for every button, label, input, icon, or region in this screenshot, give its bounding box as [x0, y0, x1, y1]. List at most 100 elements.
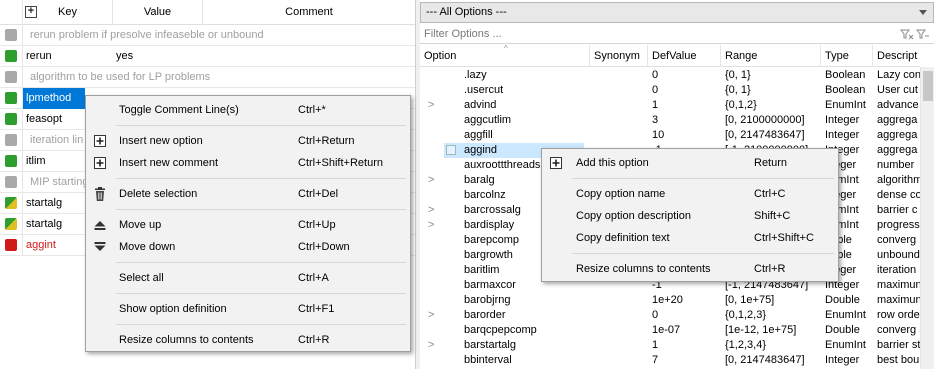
menu-item-label: Move down: [119, 241, 176, 253]
definition-row[interactable]: > barstartalg 1 {1,2,3,4} EnumInt barrier st: [420, 338, 920, 353]
definition-row[interactable]: aggcutlim 3 [0, 2100000000] Integer aggrega: [420, 113, 920, 128]
option-range: [0, 2147483647]: [725, 354, 805, 366]
menu-separator: [572, 253, 834, 254]
menu-item-shortcut: Ctrl+*: [298, 104, 326, 116]
option-type: Integer: [825, 114, 860, 126]
option-default: 7: [652, 354, 659, 366]
comment-text[interactable]: MIP starting: [30, 172, 89, 193]
comment-row[interactable]: algorithm to be used for LP problems: [0, 67, 415, 88]
editor-menu-item-resize-columns-to-contents[interactable]: Resize columns to contents Ctrl+R: [86, 329, 410, 351]
comment-text[interactable]: iteration lin: [30, 130, 83, 151]
definition-table-header: Option ^ Synonym DefValue Range Type Desc…: [420, 45, 920, 67]
combo-arrow-icon: [919, 10, 927, 15]
editor-menu-item-select-all[interactable]: Select all Ctrl+A: [86, 267, 410, 289]
option-row[interactable]: rerun yes: [0, 46, 415, 67]
option-description: aggrega: [877, 129, 918, 141]
header-description[interactable]: Descript: [873, 45, 920, 67]
header-option[interactable]: Option ^: [420, 45, 590, 67]
expand-chevron-icon[interactable]: >: [428, 218, 434, 233]
cell-divider: [22, 151, 23, 172]
filter-options-input[interactable]: [424, 28, 864, 40]
expand-chevron-icon[interactable]: >: [428, 308, 434, 323]
plus-square-icon: [92, 155, 108, 171]
definition-row[interactable]: aggfill 10 [0, 2147483647] Integer aggrega: [420, 128, 920, 143]
expand-chevron-icon[interactable]: >: [428, 338, 434, 353]
definition-row[interactable]: barqcpepcomp 1e-07 [1e-12, 1e+75] Double con…: [420, 323, 920, 338]
option-key[interactable]: startalg: [26, 193, 62, 214]
definition-row[interactable]: > advind 1 {0,1,2} EnumInt advance: [420, 98, 920, 113]
header-type[interactable]: Type: [821, 45, 873, 67]
header-defvalue[interactable]: DefValue: [648, 45, 721, 67]
header-range-label: Range: [725, 50, 758, 62]
definition-menu-item-add-this-option[interactable]: Add this option Return: [542, 152, 838, 174]
option-group-combo[interactable]: --- All Options ---: [420, 2, 934, 23]
menu-separator: [116, 262, 406, 263]
cell-divider: [22, 130, 23, 151]
status-indicator-icon: [5, 71, 17, 83]
definition-row[interactable]: > barorder 0 {0,1,2,3} EnumInt row orde: [420, 308, 920, 323]
header-range[interactable]: Range: [721, 45, 821, 67]
comment-text[interactable]: algorithm to be used for LP problems: [30, 67, 210, 88]
menu-item-label: Insert new option: [119, 135, 203, 147]
header-value[interactable]: Value: [113, 0, 203, 25]
expand-chevron-icon[interactable]: >: [428, 98, 434, 113]
option-type: Boolean: [825, 69, 866, 81]
header-synonym[interactable]: Synonym: [590, 45, 648, 67]
expand-chevron-icon[interactable]: >: [428, 173, 434, 188]
option-key[interactable]: itlim: [26, 151, 46, 172]
menu-item-shortcut: Ctrl+R: [298, 334, 330, 346]
menu-item-shortcut: Ctrl+C: [754, 188, 786, 200]
clear-filter-icon[interactable]: [900, 28, 914, 40]
reset-filter-icon[interactable]: [916, 28, 930, 40]
menu-item-label: Show option definition: [119, 303, 227, 315]
option-name: barobjrng: [464, 294, 511, 306]
option-key[interactable]: startalg: [26, 214, 62, 235]
trash-icon: [92, 186, 108, 202]
option-value[interactable]: yes: [116, 46, 133, 67]
editor-menu-item-delete-selection[interactable]: Delete selection Ctrl+Del: [86, 183, 410, 205]
editor-menu-item-show-option-definition[interactable]: Show option definition Ctrl+F1: [86, 298, 410, 320]
header-key[interactable]: Key: [23, 0, 113, 25]
menu-item-shortcut: Ctrl+Up: [298, 219, 336, 231]
option-description: algorithm: [877, 174, 920, 186]
option-default: 0: [652, 309, 659, 321]
option-default: 1e+20: [652, 294, 683, 306]
menu-item-label: Resize columns to contents: [576, 263, 711, 275]
editor-menu-item-move-up[interactable]: Move up Ctrl+Up: [86, 214, 410, 236]
editor-menu-item-insert-new-option[interactable]: Insert new option Ctrl+Return: [86, 130, 410, 152]
definition-row[interactable]: barobjrng 1e+20 [0, 1e+75] Double maximun: [420, 293, 920, 308]
editor-menu-item-insert-new-comment[interactable]: Insert new comment Ctrl+Shift+Return: [86, 152, 410, 174]
header-comment[interactable]: Comment: [203, 0, 415, 25]
table-header: + Key Value Comment: [0, 0, 415, 25]
option-key[interactable]: aggint: [26, 235, 56, 256]
vertical-scrollbar[interactable]: [920, 67, 934, 369]
status-indicator-icon: [5, 113, 17, 125]
definition-row[interactable]: .lazy 0 {0, 1} Boolean Lazy con: [420, 68, 920, 83]
option-type: Integer: [825, 354, 860, 366]
header-key-label: Key: [58, 6, 77, 18]
option-key[interactable]: feasopt: [26, 109, 62, 130]
option-key[interactable]: lpmethod: [26, 88, 71, 109]
menu-separator: [572, 178, 834, 179]
option-group-combo-value: --- All Options ---: [426, 6, 507, 18]
menu-item-shortcut: Ctrl+Down: [298, 241, 350, 253]
menu-item-shortcut: Ctrl+R: [754, 263, 786, 275]
option-key[interactable]: rerun: [26, 46, 52, 67]
definition-menu-item-copy-option-description[interactable]: Copy option description Shift+C: [542, 205, 838, 227]
editor-menu-item-move-down[interactable]: Move down Ctrl+Down: [86, 236, 410, 258]
header-defvalue-label: DefValue: [652, 50, 697, 62]
option-description: Lazy con: [877, 69, 920, 81]
scrollbar-thumb[interactable]: [923, 71, 933, 101]
definition-menu-item-copy-definition-text[interactable]: Copy definition text Ctrl+Shift+C: [542, 227, 838, 249]
expand-chevron-icon[interactable]: >: [428, 203, 434, 218]
definition-menu-item-resize-columns-to-contents[interactable]: Resize columns to contents Ctrl+R: [542, 258, 838, 280]
definition-row[interactable]: .usercut 0 {0, 1} Boolean User cut: [420, 83, 920, 98]
editor-menu-item-toggle-comment-line-s[interactable]: Toggle Comment Line(s) Ctrl+*: [86, 99, 410, 121]
menu-item-label: Add this option: [576, 157, 649, 169]
definition-row[interactable]: bbinterval 7 [0, 2147483647] Integer best bo…: [420, 353, 920, 368]
status-indicator-icon: [5, 197, 17, 209]
option-default: 1: [652, 99, 659, 111]
definition-menu-item-copy-option-name[interactable]: Copy option name Ctrl+C: [542, 183, 838, 205]
comment-text[interactable]: rerun problem if presolve infeaseble or …: [30, 25, 264, 46]
comment-row[interactable]: rerun problem if presolve infeaseble or …: [0, 25, 415, 46]
